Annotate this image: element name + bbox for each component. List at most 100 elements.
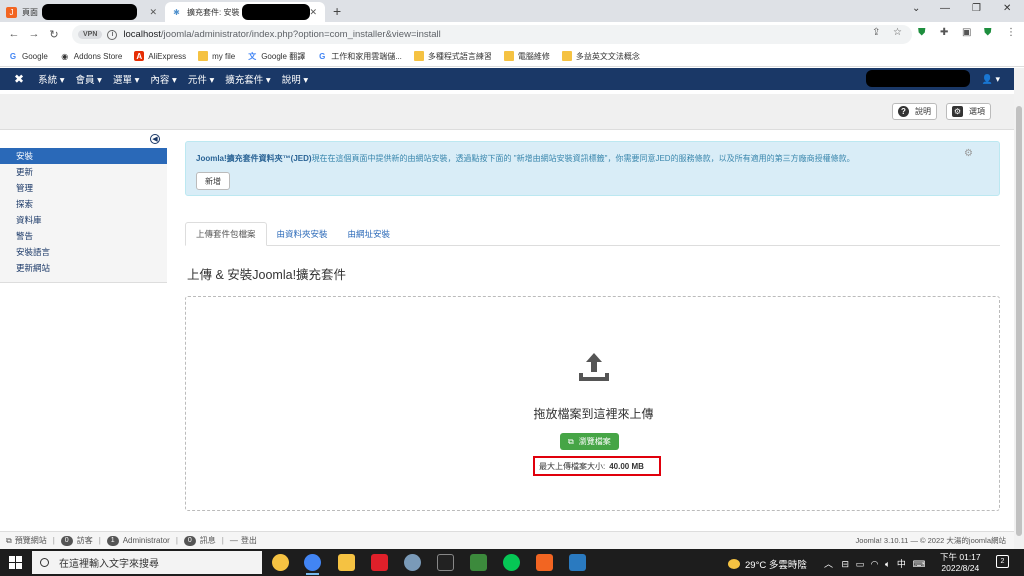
divider: | — [52, 536, 55, 545]
scrollbar-thumb[interactable] — [1016, 106, 1022, 536]
sidebar-item-database[interactable]: 資料庫 — [0, 212, 167, 228]
add-install-from-web-button[interactable]: 新增 — [196, 172, 230, 190]
sidebar-item-discover[interactable]: 探索 — [0, 196, 167, 212]
site-info-icon[interactable]: i — [107, 29, 118, 40]
google-icon: G — [319, 51, 326, 61]
logout-link[interactable]: — 登出 — [230, 535, 257, 546]
browse-files-button[interactable]: ⧉ 瀏覽檔案 — [560, 433, 619, 450]
joomla-favicon-icon: J — [6, 6, 17, 18]
footer-copyright: Joomla! 3.10.11 — © 2022 大湯的joomla網站 — [855, 536, 1006, 545]
paint-app-icon[interactable] — [404, 554, 421, 571]
external-link-icon: ⧉ — [6, 535, 12, 545]
admin-status[interactable]: 1 Administrator — [106, 535, 170, 546]
side-panel-icon[interactable]: ▣ — [962, 27, 971, 38]
ime-indicator[interactable]: 中 — [897, 559, 906, 569]
bookmark-google-translate[interactable]: 文 Google 翻譯 — [247, 51, 305, 62]
redaction-mark — [242, 4, 310, 20]
upload-dropzone[interactable]: 拖放檔案到這裡來上傳 ⧉ 瀏覽檔案 最大上傳檔案大小: 40.00 MB — [185, 296, 1000, 511]
user-menu-icon[interactable]: 👤 ▾ — [982, 74, 1000, 85]
close-tab-icon[interactable]: ✕ — [309, 7, 317, 18]
notification-center-icon[interactable]: 2 — [996, 555, 1009, 568]
address-bar-row: ← → ↻ VPN i localhost/joomla/administrat… — [0, 22, 1024, 46]
alert-settings-icon[interactable]: ⚙ — [964, 148, 973, 159]
battery-icon[interactable]: ▭ — [856, 559, 865, 569]
copy-icon: ⧉ — [568, 436, 574, 446]
sidebar-item-update-sites[interactable]: 更新網站 — [0, 260, 167, 276]
messages-status[interactable]: 0 訊息 — [183, 535, 216, 546]
profile-shield-icon[interactable]: ⛊ — [984, 27, 992, 38]
bookmark-cloud-storage[interactable]: G 工作和家用雲端儲... — [317, 51, 402, 62]
sidebar-item-install[interactable]: 安裝 — [0, 148, 167, 164]
back-icon[interactable]: ← — [4, 28, 24, 40]
bookmark-addons-store[interactable]: ◉ Addons Store — [60, 51, 122, 61]
bookmark-programming[interactable]: 多種程式語言練習 — [413, 51, 492, 62]
redaction-mark — [42, 4, 137, 20]
preview-site-link[interactable]: ⧉ 預覽網站 — [6, 535, 47, 546]
sidebar-item-install-languages[interactable]: 安裝語言 — [0, 244, 167, 260]
maximize-icon[interactable]: ❐ — [972, 3, 981, 14]
shield-extension-icon[interactable]: ⛊ — [918, 27, 926, 38]
cloudy-weather-icon — [728, 559, 740, 569]
drop-instruction: 拖放檔案到這裡來上傳 — [533, 407, 654, 421]
tab-install-from-url[interactable]: 由網址安裝 — [338, 222, 401, 246]
taskbar-search-input[interactable]: 在這裡輸入文字來搜尋 — [32, 551, 262, 574]
volume-icon[interactable]: 🔈︎ — [885, 559, 890, 569]
photos-app-icon[interactable] — [569, 554, 586, 571]
visitors-status[interactable]: 0 訪客 — [60, 535, 93, 546]
close-tab-icon[interactable]: ✕ — [149, 7, 157, 18]
extensions-puzzle-icon[interactable]: ✚ — [940, 27, 948, 38]
bookmark-my-file[interactable]: my file — [198, 51, 235, 61]
joomla-favicon-icon: ✱ — [173, 7, 180, 17]
minimize-icon[interactable]: — — [940, 3, 950, 14]
taskbar-clock[interactable]: 下午 01:17 2022/8/24 — [940, 552, 981, 574]
new-tab-icon[interactable]: + — [333, 3, 341, 19]
tab-search-icon[interactable]: ⌄ — [912, 3, 920, 14]
show-hidden-icons-icon[interactable]: ︿ — [824, 559, 833, 569]
menu-system[interactable]: 系統 ▾ — [38, 72, 64, 86]
page-scrollbar[interactable] — [1014, 68, 1024, 549]
collapse-sidebar-icon[interactable]: ◀ — [150, 134, 160, 144]
menu-extensions[interactable]: 擴充套件 ▾ — [225, 72, 270, 86]
section-title: 上傳 & 安裝Joomla!擴充套件 — [187, 268, 347, 282]
url-input[interactable]: VPN i localhost/joomla/administrator/ind… — [72, 25, 912, 44]
bookmark-aliexpress[interactable]: A AliExpress — [134, 51, 186, 61]
menu-help[interactable]: 說明 ▾ — [282, 72, 308, 86]
gift-app-icon[interactable] — [371, 554, 388, 571]
bookmark-toeic-grammar[interactable]: 多益英文文法概念 — [561, 51, 640, 62]
tab-upload-package[interactable]: 上傳套件包檔案 — [185, 222, 267, 246]
share-icon[interactable]: ⇪ — [872, 27, 880, 38]
forward-icon[interactable]: → — [24, 28, 44, 40]
tab-title: 頁面 — [22, 7, 38, 17]
network-icon[interactable]: ⊟ — [842, 559, 850, 569]
terminal-icon[interactable] — [437, 554, 454, 571]
help-button[interactable]: ? 說明 — [892, 103, 937, 120]
notepad-app-icon[interactable] — [470, 554, 487, 571]
chrome-menu-icon[interactable]: ⋮ — [1006, 27, 1016, 38]
joomla-logo-icon[interactable]: ✖ — [14, 72, 24, 86]
chrome-canary-icon[interactable] — [272, 554, 289, 571]
keyboard-icon[interactable]: ⌨ — [912, 559, 925, 569]
menu-components[interactable]: 元件 ▾ — [188, 72, 214, 86]
xampp-icon[interactable] — [536, 554, 553, 571]
wifi-icon[interactable]: ◠ — [871, 559, 879, 569]
bookmark-star-icon[interactable]: ☆ — [893, 27, 902, 38]
options-button[interactable]: ⚙ 選項 — [946, 103, 991, 120]
tab-install-from-folder[interactable]: 由資料夾安裝 — [267, 222, 338, 246]
sidebar-item-update[interactable]: 更新 — [0, 164, 167, 180]
reload-icon[interactable]: ↻ — [44, 28, 64, 41]
file-explorer-icon[interactable] — [338, 554, 355, 571]
close-window-icon[interactable]: ✕ — [1003, 3, 1011, 14]
line-app-icon[interactable] — [503, 554, 520, 571]
menu-users[interactable]: 會員 ▾ — [76, 72, 102, 86]
sidebar-item-warnings[interactable]: 警告 — [0, 228, 167, 244]
vpn-badge[interactable]: VPN — [78, 30, 103, 39]
bookmark-pc-repair[interactable]: 電腦維修 — [503, 51, 550, 62]
chrome-icon[interactable] — [304, 554, 321, 575]
bookmark-google[interactable]: G Google — [8, 51, 48, 61]
gear-icon: ⚙ — [952, 106, 963, 117]
sidebar-item-manage[interactable]: 管理 — [0, 180, 167, 196]
menu-content[interactable]: 內容 ▾ — [150, 72, 176, 86]
menu-menus[interactable]: 選單 ▾ — [113, 72, 139, 86]
windows-start-icon[interactable] — [9, 556, 22, 569]
weather-widget[interactable]: 29°C 多雲時陰 — [728, 557, 807, 571]
